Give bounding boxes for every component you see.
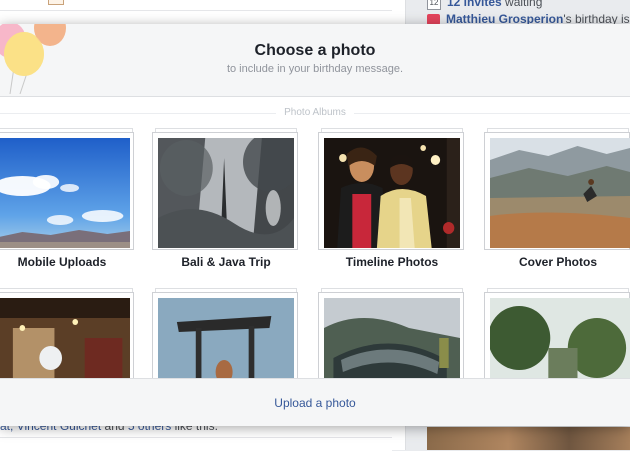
album-timeline-photos[interactable]: Timeline Photos (318, 128, 466, 269)
album-cover-image (0, 132, 134, 250)
album-cover-image (152, 132, 298, 250)
upload-photo-link[interactable]: Upload a photo (0, 396, 630, 410)
album-label: Bali & Java Trip (181, 255, 271, 269)
invites-link[interactable]: 12 invites (447, 0, 502, 9)
album-mobile-uploads[interactable]: Mobile Uploads (0, 128, 136, 269)
invites-notice[interactable]: 12 12 invites waiting (427, 0, 542, 10)
album-label: Cover Photos (518, 255, 597, 269)
album-bali-java-trip[interactable]: Bali & Java Trip (152, 128, 300, 269)
album-cover-image (0, 292, 134, 408)
comment-icon (48, 0, 64, 5)
birthday-cake-icon (427, 14, 440, 24)
section-label-text: Photo Albums (276, 107, 354, 118)
album-cover-photos[interactable]: Cover Photos (484, 128, 630, 269)
section-label: Photo Albums (0, 107, 630, 118)
album-label: Mobile Uploads (17, 255, 107, 269)
divider (0, 10, 392, 11)
dialog-footer: Upload a photo (0, 378, 630, 426)
background-photo (427, 427, 630, 450)
dialog-header: Choose a photo to include in your birthd… (0, 24, 630, 97)
album-cover-image (318, 292, 464, 408)
invites-count-badge: 12 (427, 0, 441, 10)
album-cover-image (484, 292, 630, 408)
post-footer (0, 437, 392, 451)
album-cover-image (484, 132, 630, 250)
birthday-person-link[interactable]: Matthieu Grosperion (446, 14, 563, 24)
choose-photo-dialog: Choose a photo to include in your birthd… (0, 24, 630, 426)
birthday-notice[interactable]: Matthieu Grosperion's birthday is to (427, 14, 630, 24)
dialog-title: Choose a photo (254, 42, 376, 59)
dialog-subtitle: to include in your birthday message. (226, 63, 404, 75)
album-label: Timeline Photos (345, 255, 439, 269)
album-cover-image (152, 292, 298, 408)
invites-rest-text: waiting (501, 0, 543, 9)
album-cover-image (318, 132, 464, 250)
birthday-rest-text: 's birthday is to (563, 14, 630, 24)
